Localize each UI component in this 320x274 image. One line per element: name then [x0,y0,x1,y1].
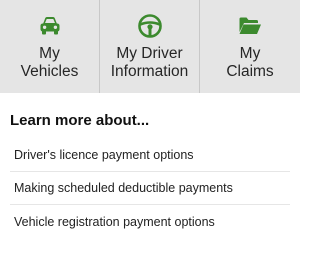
tab-my-claims[interactable]: My Claims [200,0,300,93]
tab-label-line1: My [39,45,60,62]
link-drivers-licence-payment-options[interactable]: Driver's licence payment options [14,148,194,162]
tab-label: My Claims [226,45,273,81]
tab-label: My Driver Information [111,45,189,81]
steering-wheel-icon [137,14,162,38]
link-scheduled-deductible-payments[interactable]: Making scheduled deductible payments [14,181,233,195]
tab-label-line1: My Driver [116,45,183,62]
tab-label-line2: Vehicles [20,63,79,80]
list-item[interactable]: Making scheduled deductible payments [10,172,290,205]
tab-my-vehicles[interactable]: My Vehicles [0,0,100,93]
tab-label-line2: Claims [226,63,274,80]
list-item[interactable]: Vehicle registration payment options [10,205,290,238]
learn-more-heading: Learn more about... [10,112,150,129]
list-item[interactable]: Driver's licence payment options [10,139,290,172]
tab-label-line1: My [239,45,261,62]
car-icon [40,17,59,35]
top-nav-tabs: My Vehicles My Driver Information My Cla… [0,0,300,93]
learn-more-links: Driver's licence payment options Making … [10,139,290,238]
folder-icon [239,17,261,34]
learn-more-section: Learn more about... Driver's licence pay… [0,111,300,238]
link-vehicle-registration-payment-options[interactable]: Vehicle registration payment options [14,215,215,229]
tab-label: My Vehicles [21,45,79,81]
tab-label-line2: Information [110,63,189,80]
tab-my-driver-information[interactable]: My Driver Information [100,0,200,93]
